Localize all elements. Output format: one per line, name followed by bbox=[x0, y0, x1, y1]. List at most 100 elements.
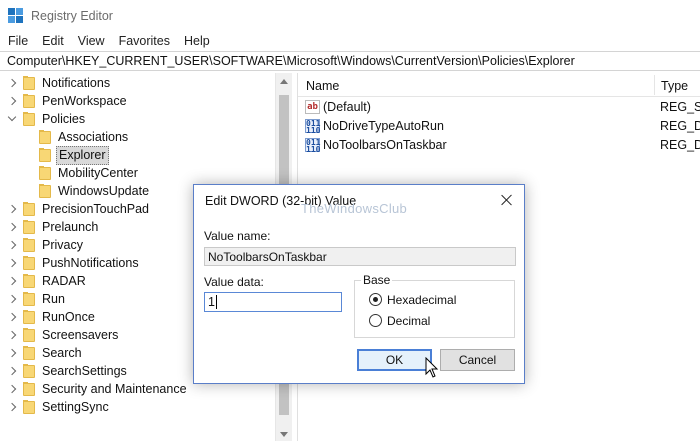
menu-favorites[interactable]: Favorites bbox=[112, 31, 177, 51]
column-name-header[interactable]: Name bbox=[306, 79, 339, 93]
chevron-right-icon[interactable] bbox=[7, 290, 17, 308]
tree-item[interactable]: Explorer bbox=[23, 145, 109, 165]
folder-icon bbox=[22, 381, 36, 397]
tree-item[interactable]: Prelaunch bbox=[7, 218, 100, 236]
chevron-right-icon[interactable] bbox=[7, 308, 17, 326]
decimal-radio[interactable] bbox=[369, 314, 382, 327]
tree-item[interactable]: PushNotifications bbox=[7, 254, 141, 272]
chevron-right-icon[interactable] bbox=[7, 272, 17, 290]
tree-item-label: MobilityCenter bbox=[58, 165, 138, 180]
tree-item[interactable]: Screensavers bbox=[7, 326, 120, 344]
tree-item-label: Notifications bbox=[42, 75, 111, 90]
base-group bbox=[354, 280, 515, 338]
string-value-icon: ab bbox=[305, 100, 320, 114]
tree-item[interactable]: MobilityCenter bbox=[23, 164, 140, 182]
value-name-label: Value name: bbox=[204, 229, 271, 243]
value-name: NoDriveTypeAutoRun bbox=[323, 119, 444, 133]
column-divider[interactable] bbox=[654, 75, 655, 95]
folder-icon bbox=[38, 183, 52, 199]
tree-item[interactable]: SearchSettings bbox=[7, 362, 129, 380]
chevron-right-icon[interactable] bbox=[7, 218, 17, 236]
cancel-button[interactable]: Cancel bbox=[440, 349, 515, 371]
value-row[interactable]: ab(Default) REG_SZ bbox=[298, 98, 700, 117]
menu-edit[interactable]: Edit bbox=[35, 31, 71, 51]
folder-icon bbox=[22, 255, 36, 271]
scroll-down-arrow-icon[interactable] bbox=[280, 432, 288, 437]
tree-item-label: SearchSettings bbox=[42, 363, 127, 378]
tree-item[interactable]: WindowsUpdate bbox=[23, 182, 151, 200]
tree-item[interactable]: PenWorkspace bbox=[7, 92, 129, 110]
address-path: Computer\HKEY_CURRENT_USER\SOFTWARE\Micr… bbox=[7, 54, 575, 68]
chevron-right-icon bbox=[23, 164, 33, 182]
dword-value-icon: 011 110 bbox=[305, 138, 321, 154]
address-bar[interactable]: Computer\HKEY_CURRENT_USER\SOFTWARE\Micr… bbox=[0, 51, 700, 71]
tree-item[interactable]: Security and Maintenance bbox=[7, 380, 189, 398]
tree-item-label: RunOnce bbox=[42, 309, 95, 324]
menu-bar: File Edit View Favorites Help bbox=[0, 31, 700, 51]
tree-item[interactable]: Associations bbox=[23, 128, 130, 146]
folder-icon bbox=[22, 273, 36, 289]
tree-item-label: Prelaunch bbox=[42, 219, 99, 234]
value-type: REG_SZ bbox=[660, 100, 700, 114]
folder-icon bbox=[22, 219, 36, 235]
chevron-right-icon[interactable] bbox=[7, 200, 17, 218]
chevron-right-icon[interactable] bbox=[7, 326, 17, 344]
ok-button[interactable]: OK bbox=[357, 349, 432, 371]
tree-item-label: SettingSync bbox=[42, 399, 109, 414]
tree-item[interactable]: RADAR bbox=[7, 272, 88, 290]
tree-item[interactable]: PrecisionTouchPad bbox=[7, 200, 151, 218]
window-title: Registry Editor bbox=[31, 8, 113, 23]
mouse-pointer-icon bbox=[425, 357, 439, 378]
value-data-input[interactable]: 1 bbox=[204, 292, 342, 312]
value-row[interactable]: 011 110NoDriveTypeAutoRun REG_DV bbox=[298, 117, 700, 136]
chevron-right-icon[interactable] bbox=[7, 74, 17, 92]
menu-view[interactable]: View bbox=[71, 31, 112, 51]
menu-help[interactable]: Help bbox=[177, 31, 217, 51]
chevron-right-icon bbox=[23, 128, 33, 146]
folder-icon bbox=[22, 201, 36, 217]
folder-icon bbox=[22, 111, 36, 127]
tree-item-label: Associations bbox=[58, 129, 129, 144]
tree-item[interactable]: Search bbox=[7, 344, 84, 362]
tree-item[interactable]: Privacy bbox=[7, 236, 85, 254]
close-icon[interactable] bbox=[501, 194, 513, 206]
decimal-label[interactable]: Decimal bbox=[387, 314, 430, 328]
tree-item[interactable]: RunOnce bbox=[7, 308, 97, 326]
chevron-right-icon[interactable] bbox=[7, 380, 17, 398]
list-header: Name Type bbox=[298, 73, 700, 97]
tree-item[interactable]: Run bbox=[7, 290, 67, 308]
value-row[interactable]: 011 110NoToolbarsOnTaskbar REG_DV bbox=[298, 136, 700, 155]
chevron-right-icon[interactable] bbox=[7, 254, 17, 272]
chevron-down-icon[interactable] bbox=[7, 110, 17, 128]
chevron-right-icon[interactable] bbox=[7, 344, 17, 362]
tree-item[interactable]: SettingSync bbox=[7, 398, 111, 416]
edit-dword-dialog: Edit DWORD (32-bit) Value TheWindowsClub… bbox=[193, 184, 525, 384]
tree-item-label: Policies bbox=[42, 111, 86, 126]
chevron-right-icon[interactable] bbox=[7, 398, 17, 416]
tree-item-label: WindowsUpdate bbox=[58, 183, 150, 198]
scroll-up-arrow-icon[interactable] bbox=[280, 79, 288, 84]
tree-item-label: Search bbox=[42, 345, 82, 360]
tree-item[interactable]: Policies bbox=[7, 110, 87, 128]
tree-item[interactable]: Notifications bbox=[7, 74, 112, 92]
tree-item-label: Explorer bbox=[56, 145, 109, 165]
folder-icon bbox=[38, 147, 52, 163]
dword-value-icon: 011 110 bbox=[305, 119, 321, 135]
value-name: (Default) bbox=[323, 100, 371, 114]
tree-item-label: Screensavers bbox=[42, 327, 119, 342]
folder-icon bbox=[22, 75, 36, 91]
chevron-right-icon[interactable] bbox=[7, 236, 17, 254]
column-type-header[interactable]: Type bbox=[661, 79, 688, 93]
tree-item-label: PushNotifications bbox=[42, 255, 139, 270]
menu-file[interactable]: File bbox=[0, 31, 35, 51]
chevron-right-icon[interactable] bbox=[7, 362, 17, 380]
folder-icon bbox=[38, 165, 52, 181]
hexadecimal-label[interactable]: Hexadecimal bbox=[387, 293, 456, 307]
hexadecimal-radio[interactable] bbox=[369, 293, 382, 306]
value-name-text: NoToolbarsOnTaskbar bbox=[208, 250, 327, 264]
chevron-right-icon[interactable] bbox=[7, 92, 17, 110]
title-bar: Registry Editor bbox=[0, 0, 700, 31]
watermark-text: TheWindowsClub bbox=[301, 201, 408, 216]
tree-item-label: PrecisionTouchPad bbox=[42, 201, 150, 216]
folder-icon bbox=[22, 291, 36, 307]
